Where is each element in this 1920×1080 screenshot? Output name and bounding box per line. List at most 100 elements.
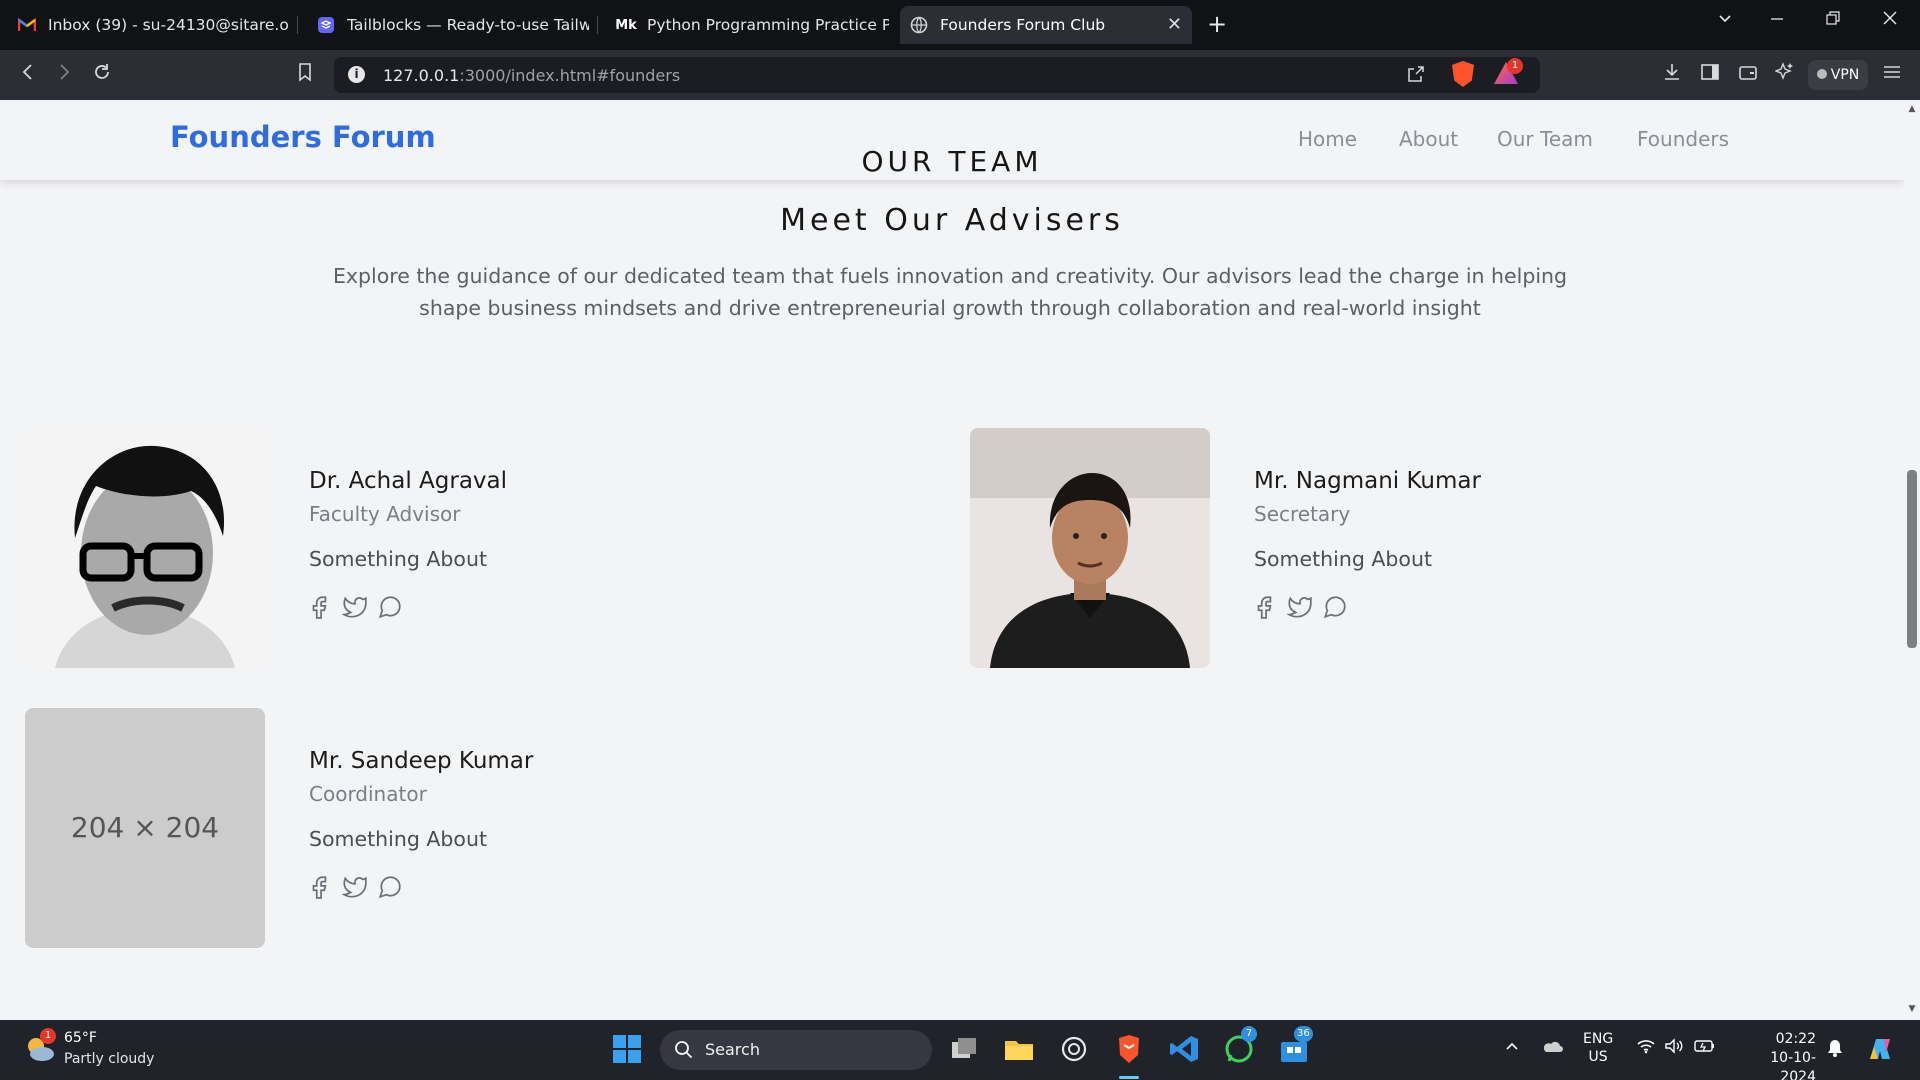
vpn-status-icon [1816,69,1827,79]
region-code: US [1588,1049,1608,1065]
chatgpt-icon[interactable] [1058,1033,1090,1065]
url-text: 127.0.0.1:3000/index.html#founders [383,66,680,85]
member-photo-placeholder: 204 × 204 [25,708,265,948]
share-icon[interactable] [1406,64,1426,89]
browser-toolbar: i 127.0.0.1:3000/index.html#founders 1 V… [0,50,1920,100]
vpn-label: VPN [1830,67,1860,83]
weather-badge: 1 [40,1028,56,1044]
active-app-indicator [1119,1076,1139,1079]
scroll-down-icon[interactable]: ▼ [1907,1004,1917,1014]
gmail-icon [18,16,36,34]
member-role: Coordinator [309,782,427,806]
mk-icon: Mk [615,17,637,33]
new-tab-button[interactable]: + [1207,10,1227,38]
volume-icon[interactable] [1664,1038,1684,1058]
vpn-button[interactable]: VPN [1808,60,1868,90]
whatsapp-badge: 7 [1241,1026,1257,1042]
twitter-icon[interactable] [340,874,368,900]
twitter-icon[interactable] [1285,594,1313,620]
weather-desc[interactable]: Partly cloudy [64,1051,154,1067]
tab-title: Tailblocks — Ready-to-use Tailwind [347,16,589,34]
wifi-icon[interactable] [1636,1038,1656,1058]
member-role: Secretary [1254,502,1351,526]
facebook-icon[interactable] [1252,594,1278,620]
member-about: Something About [309,827,487,851]
tab-separator [297,16,298,34]
menu-icon[interactable] [1882,62,1902,87]
start-icon[interactable] [611,1033,643,1065]
clock[interactable]: 02:22 10-10-2024 [1736,1030,1816,1080]
member-role: Faculty Advisor [309,502,461,526]
chat-icon[interactable] [1322,594,1348,620]
member-photo [970,428,1210,668]
taskbar-search[interactable]: Search [660,1030,932,1070]
wallet-icon[interactable] [1738,62,1758,87]
chat-icon[interactable] [377,874,403,900]
member-about: Something About [1254,547,1432,571]
site-info-icon[interactable]: i [348,66,365,83]
member-about: Something About [309,547,487,571]
windows-taskbar: 1 65°F Partly cloudy Search 7 36 ENG US [0,1020,1920,1080]
chat-icon[interactable] [377,594,403,620]
downloads-icon[interactable] [1662,62,1682,87]
team-member-card: 204 × 204 Mr. Sandeep Kumar Coordinator … [25,708,885,948]
tab-search-chevron-icon[interactable] [1717,10,1733,31]
onedrive-icon[interactable] [1541,1038,1563,1058]
team-member-card: Dr. Achal Agraval Faculty Advisor Someth… [25,428,885,668]
tailblocks-icon [317,16,335,34]
sidebar-icon[interactable] [1700,62,1720,87]
minimize-icon[interactable] [1769,10,1785,31]
clock-date: 10-10-2024 [1770,1050,1816,1080]
member-name: Dr. Achal Agraval [309,468,508,494]
twitter-icon[interactable] [340,594,368,620]
placeholder-dimensions: 204 × 204 [70,811,220,844]
rewards-badge: 1 [1507,58,1523,74]
weather-temp[interactable]: 65°F [64,1030,97,1046]
brave-browser-icon[interactable] [1113,1033,1145,1065]
tab-tailblocks[interactable]: Tailblocks — Ready-to-use Tailwind [307,6,589,44]
tab-title: Inbox (39) - su-24130@sitare.org - S [48,16,290,34]
forward-icon[interactable] [54,62,74,87]
tray-overflow-icon[interactable] [1504,1038,1520,1058]
bookmark-icon[interactable] [296,62,314,87]
leo-ai-icon[interactable] [1774,62,1795,87]
url-path: :3000/index.html#founders [459,66,681,85]
restore-icon[interactable] [1825,10,1841,31]
url-host: 127.0.0.1 [383,66,460,85]
globe-icon [910,16,928,34]
reload-icon[interactable] [92,62,112,87]
browser-tab-strip: Inbox (39) - su-24130@sitare.org - S Tai… [0,0,1920,50]
back-icon[interactable] [18,62,38,87]
close-window-icon[interactable] [1882,10,1898,31]
tab-python-practice[interactable]: Mk Python Programming Practice Probl [607,6,889,44]
close-tab-icon[interactable]: ✕ [1167,14,1182,35]
tab-title: Python Programming Practice Probl [647,16,889,34]
language-indicator[interactable]: ENG US [1583,1030,1613,1066]
notification-bell-icon[interactable] [1826,1038,1844,1062]
tab-founders-forum[interactable]: Founders Forum Club ✕ [900,6,1192,44]
address-bar[interactable]: i 127.0.0.1:3000/index.html#founders [334,57,1540,93]
lang-code: ENG [1583,1031,1614,1047]
search-label: Search [705,1040,760,1059]
member-name: Mr. Sandeep Kumar [309,748,534,774]
task-view-icon[interactable] [948,1033,980,1065]
our-team-heading: OUR TEAM [861,145,1043,178]
file-explorer-icon[interactable] [1003,1033,1035,1065]
facebook-icon[interactable] [307,594,333,620]
member-name: Mr. Nagmani Kumar [1254,468,1481,494]
page-scrollbar[interactable]: ▲ ▼ [1904,100,1920,1020]
page-viewport: Founders Forum Home About Our Team Found… [0,100,1904,1020]
member-photo [25,428,265,668]
vscode-icon[interactable] [1168,1033,1200,1065]
facebook-icon[interactable] [307,874,333,900]
scroll-thumb[interactable] [1907,470,1917,648]
scroll-up-icon[interactable]: ▲ [1907,104,1917,114]
team-member-card: Mr. Nagmani Kumar Secretary Something Ab… [970,428,1830,668]
battery-icon[interactable] [1694,1038,1716,1058]
search-icon [674,1040,694,1064]
store-badge: 36 [1294,1026,1313,1042]
section-title: Meet Our Advisers [780,203,1124,238]
tab-title: Founders Forum Club [940,16,1106,34]
tab-gmail[interactable]: Inbox (39) - su-24130@sitare.org - S [8,6,290,44]
copilot-icon[interactable] [1864,1033,1896,1065]
